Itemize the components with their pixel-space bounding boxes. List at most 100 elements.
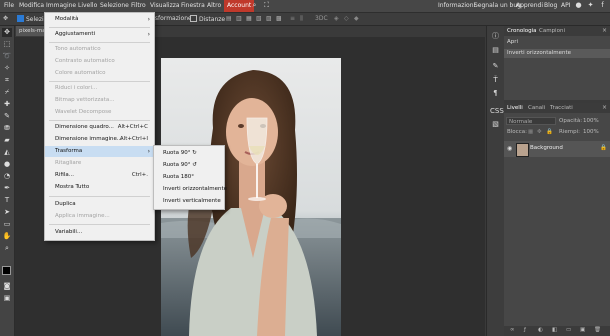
image-panel-icon[interactable]: ▧ (490, 119, 501, 130)
mode-3d-label[interactable]: 3DC (315, 15, 328, 22)
marquee-tool-icon[interactable]: ⬚ (2, 40, 12, 49)
menu-filtro[interactable]: Filtro (131, 2, 146, 9)
menu-item-modalita[interactable]: Modalità › (45, 14, 154, 25)
adjustment-icon[interactable]: ◐ (538, 327, 543, 333)
menu-item-ruota-90-antiorario[interactable]: Ruota 90° ↺ (154, 160, 224, 171)
lock-all-icon[interactable]: 🔒 (546, 129, 553, 135)
blur-tool-icon[interactable]: ● (2, 160, 12, 169)
hand-tool-icon[interactable]: ✋ (2, 232, 12, 241)
close-icon[interactable]: × (602, 27, 607, 34)
brush-tool-icon[interactable]: ✎ (2, 112, 12, 121)
character-panel-icon[interactable]: Ť (490, 75, 501, 86)
menu-item-rifila[interactable]: Rifila... Ctrl+. (45, 170, 154, 181)
menu-item-mostra-tutto[interactable]: Mostra Tutto (45, 182, 154, 193)
align-left-icon[interactable]: ▤ (226, 15, 232, 22)
css-panel-icon[interactable]: CSS (490, 106, 504, 117)
menu-finestra[interactable]: Finestra (181, 2, 205, 9)
link-blog[interactable]: Blog (544, 2, 557, 9)
effects-icon[interactable]: ƒ (524, 327, 526, 333)
align-center-icon[interactable]: ▥ (236, 15, 242, 22)
paragraph-panel-icon[interactable]: ¶ (490, 88, 501, 99)
link-informazioni[interactable]: Informazioni (438, 2, 475, 9)
folder-icon[interactable]: ▭ (566, 327, 571, 333)
menu-file[interactable]: File (4, 2, 14, 9)
menu-item-variabili[interactable]: Variabili... (45, 227, 154, 238)
screen-mode-icon[interactable]: ▣ (2, 294, 12, 303)
eraser-icon[interactable]: ▰ (2, 136, 12, 145)
eyedropper-icon[interactable]: ⌿ (2, 88, 12, 97)
tab-livelli[interactable]: Livelli (507, 105, 523, 111)
lock-pixels-icon[interactable]: ▦ (528, 129, 533, 135)
link-segnala-bug[interactable]: Segnala un bug (474, 2, 521, 9)
tab-campioni[interactable]: Campioni (539, 28, 565, 34)
3d-tool3-icon[interactable]: ◆ (354, 15, 359, 22)
properties-icon[interactable]: ▤ (490, 45, 501, 56)
menu-item-duplica[interactable]: Duplica (45, 199, 154, 210)
move-tool-icon[interactable]: ✥ (2, 28, 12, 37)
3d-tool-icon[interactable]: ◈ (334, 15, 339, 22)
menu-item-dimensione-immagine[interactable]: Dimensione immagine... Alt+Ctrl+I (45, 134, 154, 145)
align-right-icon[interactable]: ▦ (246, 15, 252, 22)
close-icon[interactable]: × (602, 104, 607, 111)
history-row-apri[interactable]: Apri (504, 38, 610, 47)
link-api[interactable]: API (561, 2, 571, 9)
tab-canali[interactable]: Canali (528, 105, 545, 111)
menu-item-ruota-90-orario[interactable]: Ruota 90° ↻ (154, 148, 224, 159)
layer-row-background[interactable]: ◉ Background 🔒 (504, 141, 610, 157)
menu-modifica[interactable]: Modifica (19, 2, 44, 9)
menu-item-aggiustamenti[interactable]: Aggiustamenti › (45, 29, 154, 40)
tab-cronologia[interactable]: Cronologia (507, 28, 536, 34)
distribute-h-icon[interactable]: ⫼ (300, 15, 303, 23)
distribute-icon[interactable]: ≡ (290, 15, 295, 22)
align-middle-icon[interactable]: ▨ (266, 15, 272, 22)
menu-livello[interactable]: Livello (78, 2, 97, 9)
twitter-icon[interactable]: ✦ (586, 1, 595, 10)
menu-visualizza[interactable]: Visualizza (150, 2, 180, 9)
3d-tool2-icon[interactable]: ◇ (344, 15, 349, 22)
menu-altro[interactable]: Altro (207, 2, 221, 9)
link-apprendi[interactable]: Apprendi (516, 2, 543, 9)
auto-select-checkbox[interactable]: Selezio (17, 15, 47, 23)
reddit-icon[interactable]: ● (574, 1, 583, 10)
lock-position-icon[interactable]: ✥ (537, 129, 542, 135)
pen-tool-icon[interactable]: ✒ (2, 184, 12, 193)
link-layers-icon[interactable]: ∞ (510, 327, 515, 333)
new-layer-icon[interactable]: ▣ (580, 327, 585, 333)
clone-stamp-icon[interactable]: ⛃ (2, 124, 12, 133)
dodge-tool-icon[interactable]: ◔ (2, 172, 12, 181)
menu-item-ruota-180[interactable]: Ruota 180° (154, 172, 224, 183)
trash-icon[interactable]: 🗑 (594, 327, 601, 333)
type-tool-icon[interactable]: T (2, 196, 12, 205)
document-tab[interactable]: pixels-ma (16, 26, 47, 36)
menu-selezione[interactable]: Selezione (100, 2, 129, 9)
fill-value[interactable]: 100% (583, 129, 599, 135)
magic-wand-icon[interactable]: ✧ (2, 64, 12, 73)
distances-checkbox[interactable]: Distanze (190, 15, 225, 23)
visibility-eye-icon[interactable]: ◉ (507, 145, 512, 152)
healing-brush-icon[interactable]: ✚ (2, 100, 12, 109)
quick-mask-icon[interactable]: ◙ (2, 282, 12, 291)
foreground-color-swatch[interactable] (2, 266, 11, 275)
fullscreen-icon[interactable]: ⛶ (262, 1, 271, 10)
menu-item-dimensione-quadro[interactable]: Dimensione quadro... Alt+Ctrl+C (45, 122, 154, 133)
tab-tracciati[interactable]: Tracciati (550, 105, 573, 111)
shape-tool-icon[interactable]: ▭ (2, 220, 12, 229)
path-select-icon[interactable]: ➤ (2, 208, 12, 217)
paint-bucket-icon[interactable]: ◭ (2, 148, 12, 157)
align-bottom-icon[interactable]: ▩ (276, 15, 282, 22)
lasso-tool-icon[interactable]: ➰ (2, 52, 12, 61)
menu-item-trasforma[interactable]: Trasforma › (45, 146, 154, 157)
history-row-inverti[interactable]: Inverti orizzontalmente (504, 49, 610, 58)
align-top-icon[interactable]: ▧ (256, 15, 262, 22)
brush-panel-icon[interactable]: ✎ (490, 61, 501, 72)
search-icon[interactable]: ⌕ (250, 1, 259, 10)
opacity-value[interactable]: 100% (583, 118, 599, 124)
zoom-tool-icon[interactable]: ⌕ (2, 244, 12, 253)
info-icon[interactable]: ⓘ (490, 31, 501, 42)
menu-item-inverti-verticalmente[interactable]: Inverti verticalmente (154, 196, 224, 207)
facebook-icon[interactable]: f (598, 1, 607, 10)
menu-immagine[interactable]: Immagine (46, 2, 76, 9)
menu-item-inverti-orizzontalmente[interactable]: Inverti orizzontalmente (154, 184, 227, 195)
blend-mode-select[interactable]: Normale (506, 117, 556, 125)
mask-icon[interactable]: ◧ (552, 327, 557, 333)
